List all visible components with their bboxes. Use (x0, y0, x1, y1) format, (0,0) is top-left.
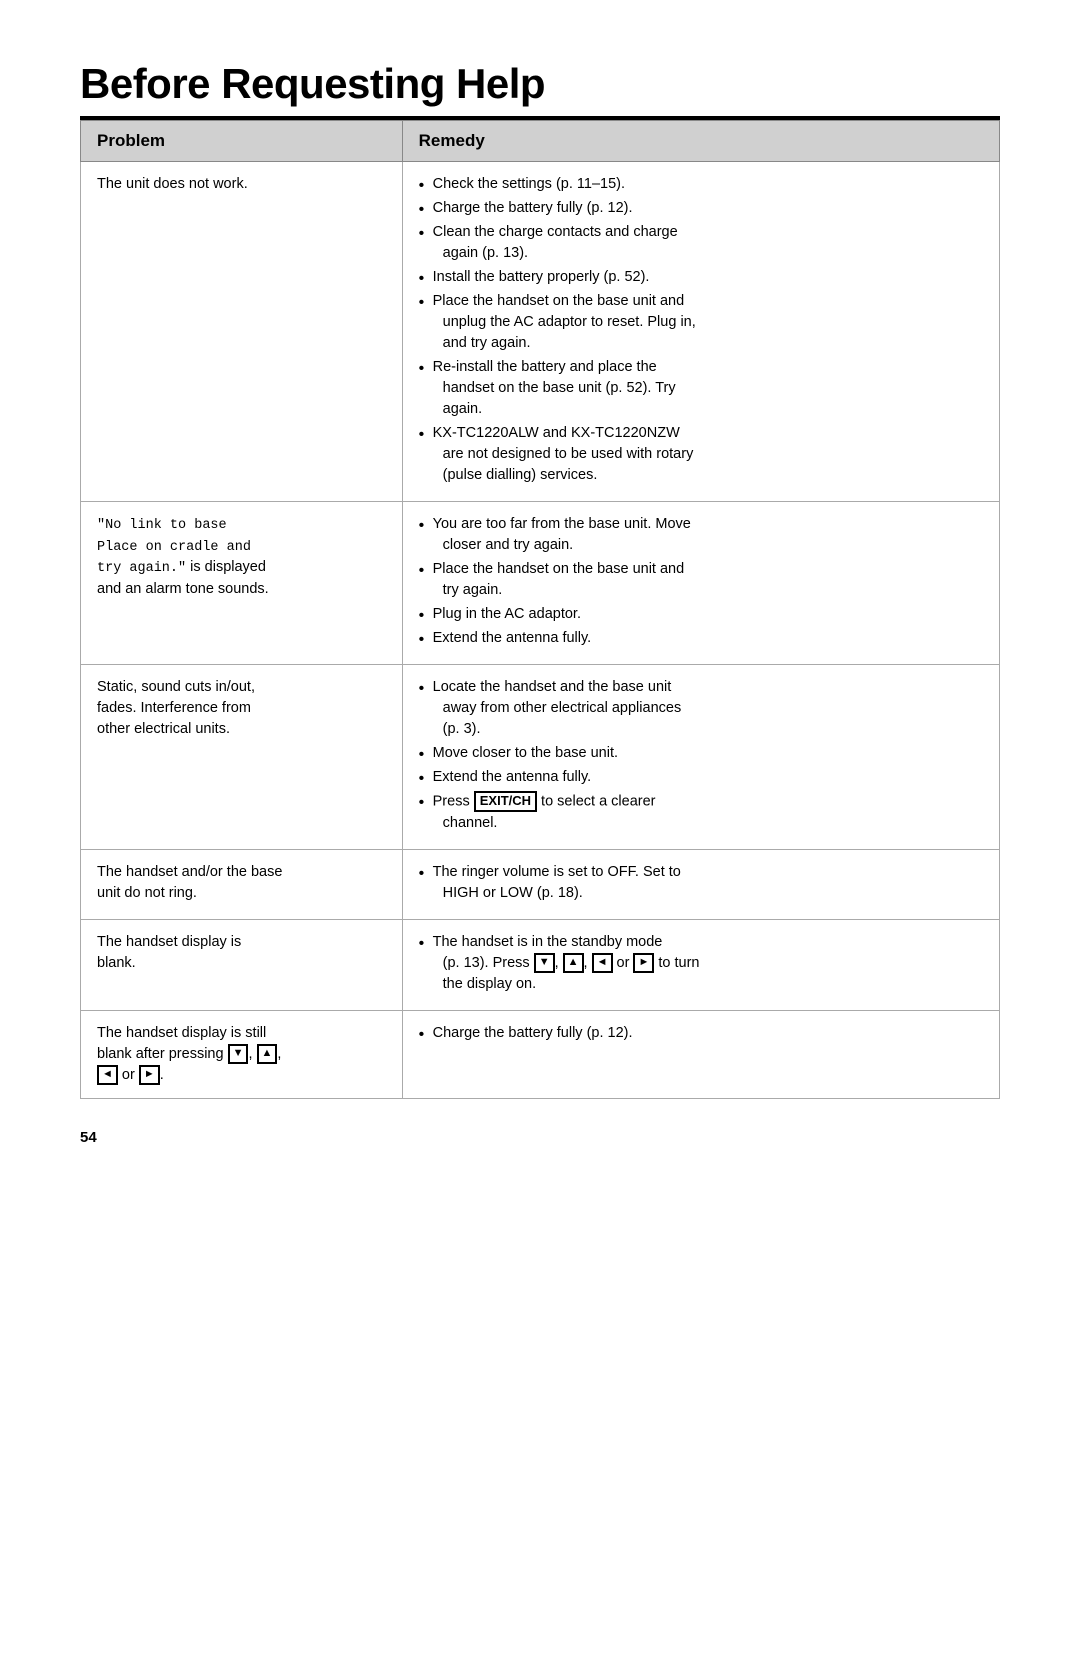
exit-ch-key: EXIT/CH (474, 791, 537, 812)
table-row: "No link to basePlace on cradle andtry a… (81, 502, 1000, 665)
list-item: KX-TC1220ALW and KX-TC1220NZWare not des… (419, 423, 983, 486)
table-row: Static, sound cuts in/out,fades. Interfe… (81, 665, 1000, 849)
table-row: The handset display is stillblank after … (81, 1010, 1000, 1098)
list-item: Charge the battery fully (p. 12). (419, 198, 983, 219)
list-item: The ringer volume is set to OFF. Set toH… (419, 862, 983, 904)
down-arrow-key: ▼ (534, 953, 555, 972)
list-item: The handset is in the standby mode(p. 13… (419, 932, 983, 995)
left-arrow-key: ◄ (592, 953, 613, 972)
remedy-cell: You are too far from the base unit. Move… (402, 502, 999, 665)
problem-text: Static, sound cuts in/out,fades. Interfe… (97, 679, 255, 737)
problem-text: The handset and/or the baseunit do not r… (97, 864, 282, 901)
problem-cell: The handset display is stillblank after … (81, 1010, 403, 1098)
problem-text: The handset display isblank. (97, 934, 241, 971)
up-arrow-key: ▲ (563, 953, 584, 972)
problem-cell: The handset display isblank. (81, 919, 403, 1010)
list-item: Re-install the battery and place thehand… (419, 357, 983, 420)
list-item: Extend the antenna fully. (419, 628, 983, 649)
remedy-cell: Check the settings (p. 11–15). Charge th… (402, 162, 999, 502)
table-row: The handset display isblank. The handset… (81, 919, 1000, 1010)
remedy-cell: Locate the handset and the base unitaway… (402, 665, 999, 849)
list-item: Press EXIT/CH to select a clearerchannel… (419, 791, 983, 833)
list-item: Charge the battery fully (p. 12). (419, 1023, 983, 1044)
problem-cell: The unit does not work. (81, 162, 403, 502)
problem-header: Problem (81, 121, 403, 162)
list-item: Place the handset on the base unit andun… (419, 291, 983, 354)
list-item: Extend the antenna fully. (419, 767, 983, 788)
up-key: ▲ (257, 1044, 278, 1063)
right-arrow-key: ► (633, 953, 654, 972)
list-item: Install the battery properly (p. 52). (419, 267, 983, 288)
down-key: ▼ (228, 1044, 249, 1063)
problem-cell: The handset and/or the baseunit do not r… (81, 849, 403, 919)
list-item: You are too far from the base unit. Move… (419, 514, 983, 556)
remedy-cell: The handset is in the standby mode(p. 13… (402, 919, 999, 1010)
remedy-cell: Charge the battery fully (p. 12). (402, 1010, 999, 1098)
remedy-header: Remedy (402, 121, 999, 162)
problem-text: The handset display is stillblank after … (97, 1025, 281, 1083)
list-item: Move closer to the base unit. (419, 743, 983, 764)
left-key: ◄ (97, 1065, 118, 1084)
remedy-cell: The ringer volume is set to OFF. Set toH… (402, 849, 999, 919)
table-row: The unit does not work. Check the settin… (81, 162, 1000, 502)
table-row: The handset and/or the baseunit do not r… (81, 849, 1000, 919)
list-item: Locate the handset and the base unitaway… (419, 677, 983, 740)
list-item: Clean the charge contacts and chargeagai… (419, 222, 983, 264)
problem-cell: "No link to basePlace on cradle andtry a… (81, 502, 403, 665)
problem-text: The unit does not work. (97, 176, 248, 192)
problem-cell: Static, sound cuts in/out,fades. Interfe… (81, 665, 403, 849)
troubleshoot-table: Problem Remedy The unit does not work. C… (80, 120, 1000, 1099)
page-number: 54 (80, 1129, 1000, 1146)
page-title: Before Requesting Help (80, 60, 1000, 108)
list-item: Check the settings (p. 11–15). (419, 174, 983, 195)
list-item: Place the handset on the base unit andtr… (419, 559, 983, 601)
right-key: ► (139, 1065, 160, 1084)
list-item: Plug in the AC adaptor. (419, 604, 983, 625)
